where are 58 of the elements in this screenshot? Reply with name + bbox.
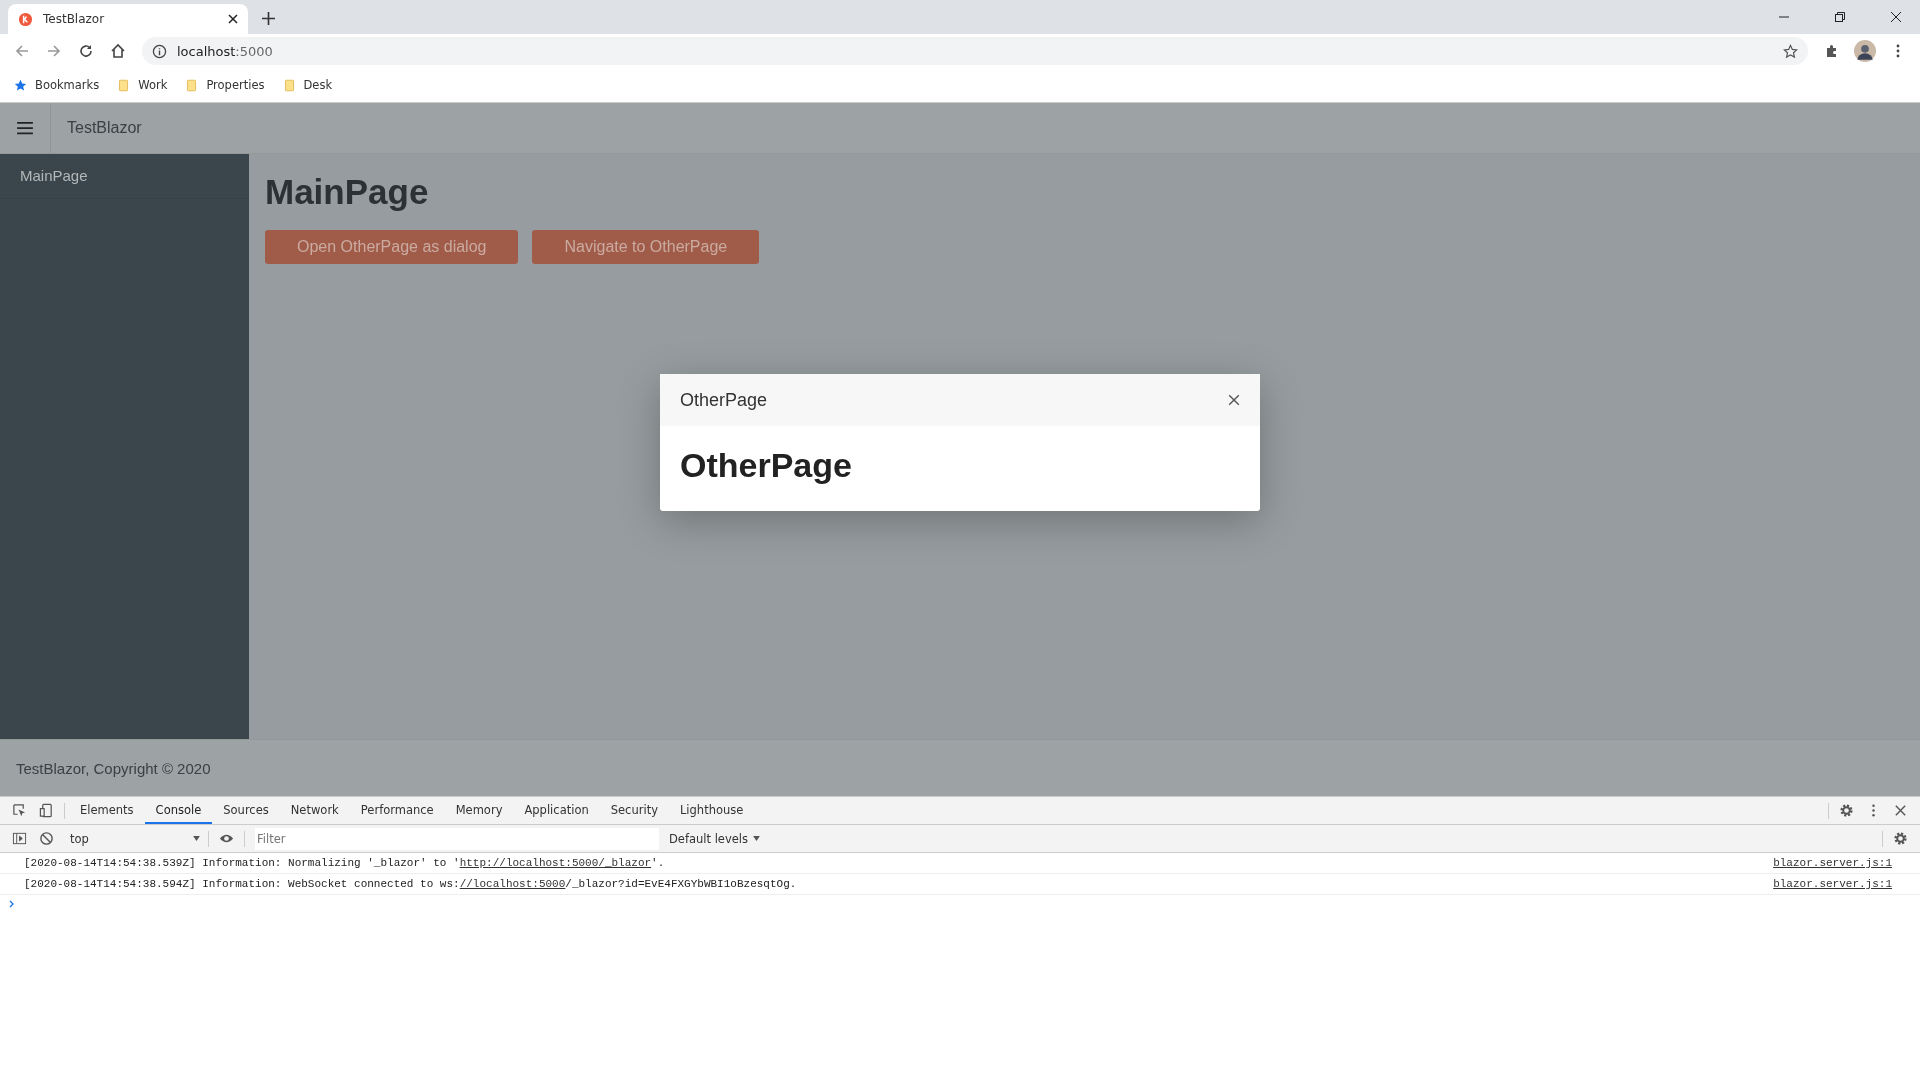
settings-icon[interactable] <box>1893 831 1908 846</box>
dropdown-icon <box>193 836 200 841</box>
close-icon[interactable] <box>1228 394 1240 406</box>
devtools-tab[interactable]: Application <box>513 797 600 824</box>
log-link[interactable]: //localhost:5000 <box>459 878 566 890</box>
star-icon[interactable] <box>1783 43 1798 59</box>
dialog-heading: OtherPage <box>680 446 853 485</box>
filter-field[interactable]: Filter <box>255 827 659 850</box>
star-icon <box>14 78 27 92</box>
tab-title: TestBlazor <box>43 12 106 26</box>
log-link[interactable]: http://localhost:5000/_blazor <box>459 857 652 869</box>
folder-icon <box>117 78 131 92</box>
app-title: TestBlazor <box>50 103 142 153</box>
new-tab-icon[interactable] <box>262 12 275 25</box>
clear-icon[interactable] <box>39 831 54 846</box>
back-icon[interactable] <box>14 43 30 59</box>
settings-icon[interactable] <box>1839 803 1854 818</box>
log-message: [2020-08-14T14:54:38.594Z] Information: WebSocket connected to ws://localhost:5000/_blazor?id=EvE4FXGYbWBI1oBzesqtOg. <box>24 878 797 890</box>
avatar-icon[interactable] <box>1854 40 1876 62</box>
copyright-text: TestBlazor, Copyright © 2020 <box>16 759 211 777</box>
dialog-title: OtherPage <box>680 389 768 411</box>
address-bar[interactable]: localhost:5000 <box>142 37 1808 65</box>
prompt-icon[interactable] <box>8 899 16 909</box>
inspect-icon[interactable] <box>12 803 27 818</box>
dropdown-icon <box>753 836 760 841</box>
url-text: localhost:5000 <box>177 43 273 59</box>
context-dropdown[interactable]: top <box>66 831 204 846</box>
close-icon[interactable] <box>228 14 238 24</box>
forward-icon[interactable] <box>46 43 62 59</box>
device-icon[interactable] <box>39 803 54 818</box>
close-icon[interactable] <box>1890 11 1902 23</box>
page-heading: MainPage <box>265 172 430 212</box>
devtools-tab[interactable]: Security <box>599 797 669 824</box>
restore-icon[interactable] <box>1834 11 1846 23</box>
site-favicon <box>18 11 33 27</box>
info-icon <box>152 43 167 59</box>
bookmark[interactable]: Properties <box>185 78 265 92</box>
source-link[interactable]: blazor.server.js:1 <box>1773 857 1892 869</box>
levels-dropdown[interactable]: Default levels <box>669 831 760 846</box>
folder-icon <box>282 78 296 92</box>
bookmark[interactable]: Desk <box>282 78 333 92</box>
close-icon[interactable] <box>1893 803 1908 818</box>
source-link[interactable]: blazor.server.js:1 <box>1773 878 1892 890</box>
home-icon[interactable] <box>110 43 126 59</box>
menu-icon[interactable] <box>16 121 34 135</box>
devtools-tab[interactable]: Memory <box>444 797 514 824</box>
reload-icon[interactable] <box>78 43 94 59</box>
devtools-tab[interactable]: Performance <box>349 797 445 824</box>
folder-icon <box>185 78 199 92</box>
devtools-tab[interactable]: Lighthouse <box>668 797 755 824</box>
sidebar-toggle-icon[interactable] <box>12 831 27 846</box>
browser-tab[interactable]: TestBlazor <box>8 4 248 34</box>
bookmark[interactable]: Work <box>117 78 168 92</box>
devtools-tab[interactable]: Network <box>279 797 350 824</box>
log-message: [2020-08-14T14:54:38.539Z] Information: Normalizing '_blazor' to 'http://localhost:5000/_blazor'. <box>24 857 665 869</box>
bookmark[interactable]: Bookmarks <box>14 78 100 92</box>
devtools-tab[interactable]: Sources <box>212 797 280 824</box>
devtools-tab[interactable]: Elements <box>69 797 145 824</box>
